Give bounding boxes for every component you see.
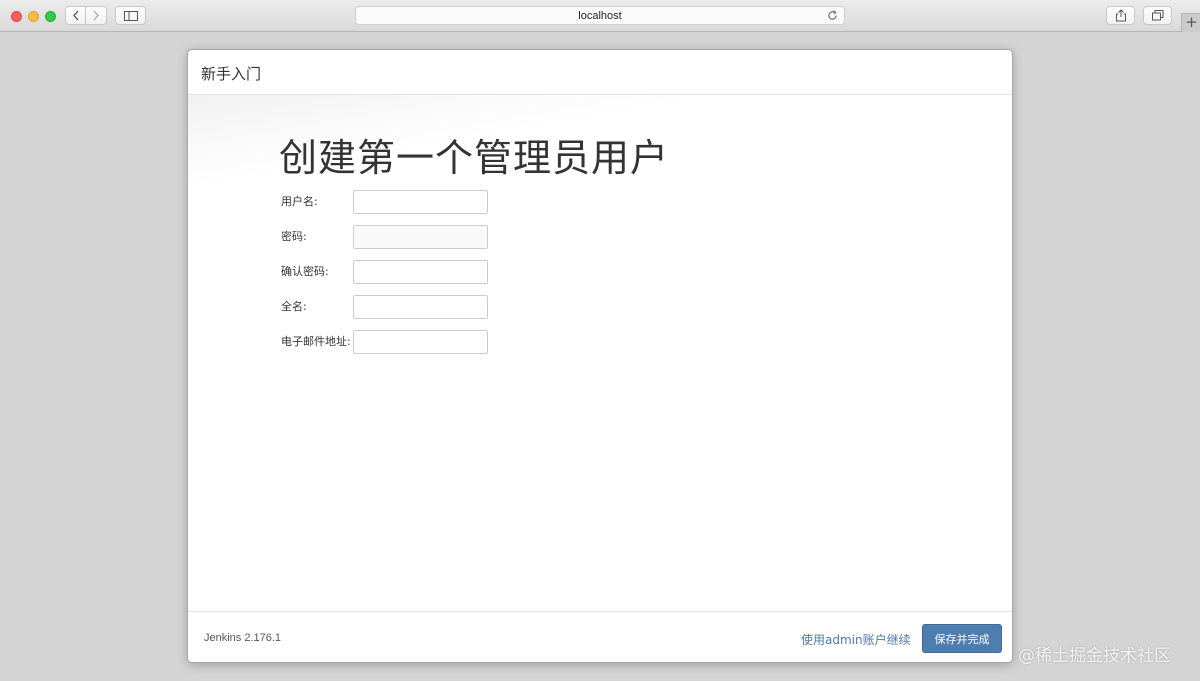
show-tabs-button[interactable]: [1143, 6, 1172, 25]
minimize-window-button[interactable]: [28, 11, 39, 22]
address-bar[interactable]: localhost: [355, 6, 845, 25]
dialog-body: 创建第一个管理员用户 用户名: 密码: 确认密码: 全名: 电子邮件地址:: [188, 95, 1012, 611]
email-field[interactable]: [353, 330, 488, 354]
chevron-left-icon: [72, 10, 78, 21]
zoom-window-button[interactable]: [45, 11, 56, 22]
watermark: @稀土掘金技术社区: [1018, 646, 1171, 666]
dialog-header: 新手入门: [188, 50, 1012, 95]
username-field[interactable]: [353, 190, 488, 214]
confirm-password-label: 确认密码:: [281, 265, 329, 278]
email-label: 电子邮件地址:: [281, 335, 351, 348]
sidebar-toggle-button[interactable]: [115, 6, 146, 25]
password-label: 密码:: [281, 230, 307, 243]
share-button[interactable]: [1106, 6, 1135, 25]
username-label: 用户名:: [281, 195, 318, 208]
password-field[interactable]: [353, 225, 488, 249]
browser-toolbar: localhost +: [0, 0, 1200, 32]
sidebar-icon: [123, 10, 138, 21]
fullname-field[interactable]: [353, 295, 488, 319]
history-nav: [65, 6, 107, 25]
reload-icon[interactable]: [827, 10, 838, 21]
fullname-label: 全名:: [281, 300, 307, 313]
save-and-finish-button[interactable]: 保存并完成: [922, 624, 1002, 653]
dialog-footer: Jenkins 2.176.1 使用admin账户继续 保存并完成: [188, 611, 1012, 662]
forward-button[interactable]: [86, 6, 107, 25]
url-text: localhost: [578, 9, 622, 22]
back-button[interactable]: [65, 6, 86, 25]
new-tab-button[interactable]: +: [1181, 13, 1200, 32]
share-icon: [1115, 9, 1126, 22]
close-window-button[interactable]: [11, 11, 22, 22]
dialog-title: 新手入门: [201, 65, 262, 83]
continue-as-admin-link[interactable]: 使用admin账户继续: [801, 631, 911, 648]
setup-wizard-dialog: 新手入门 创建第一个管理员用户 用户名: 密码: 确认密码: 全名: 电子邮件地…: [187, 49, 1013, 663]
page-title: 创建第一个管理员用户: [279, 136, 670, 180]
confirm-password-field[interactable]: [353, 260, 488, 284]
chevron-right-icon: [93, 10, 99, 21]
tabs-icon: [1151, 10, 1163, 21]
jenkins-version: Jenkins 2.176.1: [204, 632, 282, 644]
